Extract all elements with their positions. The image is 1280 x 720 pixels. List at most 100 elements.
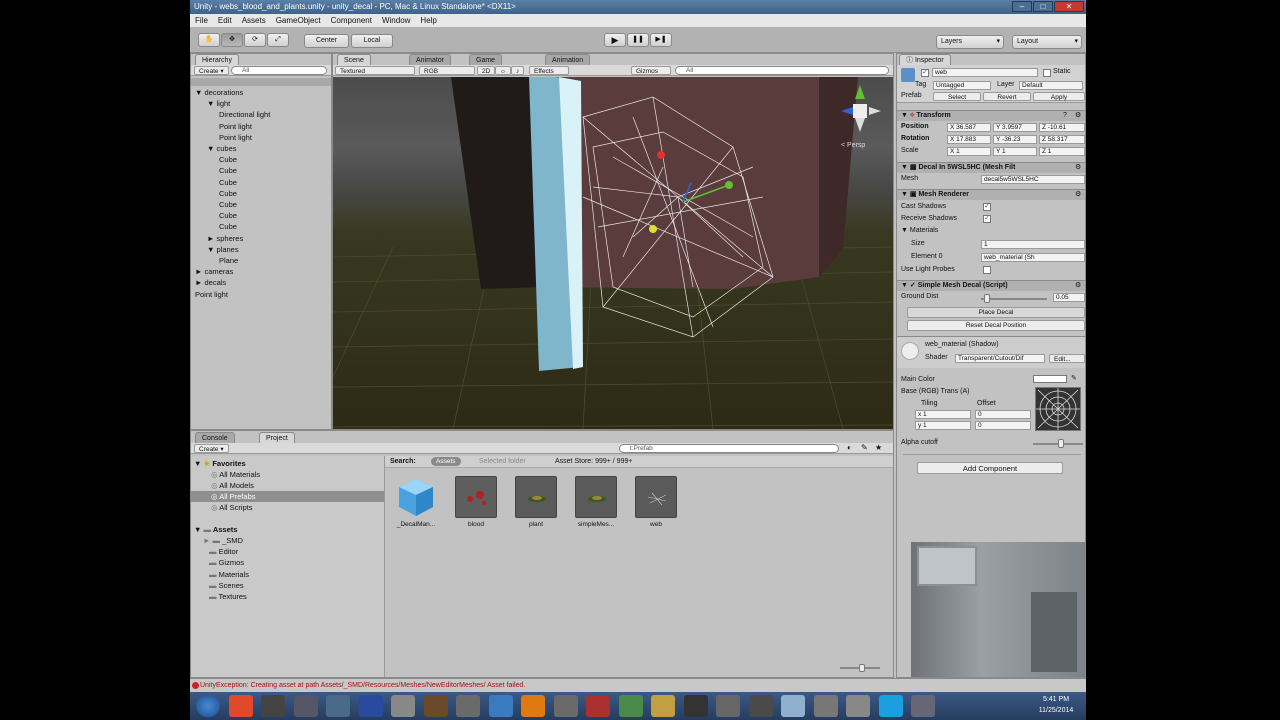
assets-header[interactable]: ▼ ▬ Assets [194,524,237,535]
favorites-header[interactable]: ▼ ★ Favorites [194,458,246,469]
move-tool-button[interactable]: ✥ [221,33,243,47]
tab-inspector[interactable]: ⓘ Inspector [899,54,951,65]
thumbnail-size-thumb[interactable] [859,664,865,672]
gizmo-red-handle[interactable] [657,151,665,159]
decal-script-header[interactable]: ▼ ✓ Simple Mesh Decal (Script) ⚙ [897,280,1085,291]
place-decal-button[interactable]: Place Decal [907,307,1085,318]
filter-label-icon[interactable]: ✎ [861,443,868,452]
close-button[interactable]: ✕ [1054,1,1084,12]
gizmo-yellow-handle[interactable] [649,225,657,233]
project-create-button[interactable]: Create ▾ [194,444,229,453]
hierarchy-item[interactable]: ► cameras [195,266,233,277]
layers-dropdown[interactable]: Layers ▾ [936,35,1004,49]
materials-size-field[interactable]: 1 [981,240,1085,249]
mesh-renderer-header[interactable]: ▼ ▣ Mesh Renderer ⚙ [897,189,1085,200]
2d-toggle[interactable]: 2D [477,66,496,75]
menu-assets[interactable]: Assets [242,14,266,27]
scope-asset-store[interactable]: Asset Store: 999+ / 999+ [555,457,632,467]
layer-dropdown[interactable]: Default [1019,81,1083,90]
mesh-field[interactable]: decal5w5WSL5HC [981,175,1085,184]
favorite-item[interactable]: ◎ All Models [211,480,254,491]
ground-dist-field[interactable]: 0.05 [1053,293,1085,302]
hierarchy-item[interactable]: ▼ decorations [195,87,243,98]
photoshop-icon[interactable] [358,695,383,717]
ground-dist-slider[interactable] [981,298,1047,300]
hierarchy-item[interactable]: Cube [219,177,237,188]
web-texture-thumbnail[interactable] [1035,387,1081,431]
menu-gameobject[interactable]: GameObject [276,14,321,27]
rotation-z-field[interactable]: Z 58.317 [1039,135,1085,144]
asset-item[interactable]: blood [455,476,497,528]
shading-mode-dropdown[interactable]: Textured [335,66,415,75]
app-icon[interactable] [651,695,675,717]
prefab-apply-button[interactable]: Apply [1033,92,1085,101]
gear-icon[interactable]: ⚙ [1075,163,1081,173]
menu-edit[interactable]: Edit [218,14,232,27]
app-icon[interactable] [618,695,643,717]
tab-animation[interactable]: Animation [545,54,591,65]
scale-y-field[interactable]: Y 1 [993,147,1037,156]
mesh-filter-header[interactable]: ▼ ▦ Decal In 5WSL5HC (Mesh Filt ⚙ [897,162,1085,173]
layout-dropdown[interactable]: Layout ▾ [1012,35,1082,49]
gear-icon[interactable]: ⚙ [1075,190,1081,200]
scale-tool-button[interactable]: ⤢ [267,33,289,47]
hierarchy-item[interactable]: ► spheres [207,233,243,244]
active-checkbox[interactable]: ✓ [921,69,929,77]
app-icon[interactable] [716,695,740,717]
chrome-icon[interactable] [228,695,253,717]
play-button[interactable]: ▶ [604,33,626,47]
pause-button[interactable]: ❚❚ [627,33,649,47]
hand-tool-button[interactable]: ✋ [198,33,220,47]
light-probes-checkbox[interactable] [983,266,991,274]
hierarchy-item[interactable]: ▼ light [207,98,230,109]
hierarchy-item[interactable]: ▼ cubes [207,143,237,154]
scale-x-field[interactable]: X 1 [947,147,991,156]
tiling-y-field[interactable]: y 1 [915,421,971,430]
app-icon[interactable] [813,695,838,717]
element-0-field[interactable]: web_material (Sh [981,253,1085,262]
scope-assets[interactable]: Assets [431,457,461,466]
app-icon[interactable] [846,695,870,717]
asset-folder[interactable]: ▬ Scenes [209,580,244,591]
hierarchy-search-input[interactable]: All [231,66,327,75]
tab-game[interactable]: Game [469,54,503,65]
tab-project[interactable]: Project [259,432,295,443]
asset-folder[interactable]: ▬ Materials [209,569,249,580]
help-icon[interactable]: ? [1063,111,1067,121]
asset-folder[interactable]: ▬ Editor [209,546,238,557]
pivot-center-button[interactable]: Center [304,34,349,48]
minimize-button[interactable]: – [1012,1,1032,12]
tab-scene[interactable]: Scene [337,54,371,65]
hierarchy-item[interactable]: Plane [219,255,238,266]
app-icon[interactable] [911,695,935,717]
favorite-item-selected[interactable]: ◎ All Prefabs [211,491,256,502]
app-icon[interactable] [488,695,513,717]
hierarchy-item[interactable]: Point light [219,132,252,143]
hierarchy-selected-row[interactable] [191,78,331,86]
asset-item[interactable]: _DecalMan... [395,476,437,528]
status-bar[interactable]: UnityException: Creating asset at path A… [190,678,1086,692]
transform-header[interactable]: ▼ ⟡ Transform ? ⚙ [897,110,1085,121]
scale-z-field[interactable]: Z 1 [1039,147,1085,156]
app-icon[interactable] [748,695,773,717]
app-icon[interactable] [456,695,480,717]
hierarchy-item[interactable]: Point light [219,121,252,132]
position-z-field[interactable]: Z -10.61 [1039,123,1085,132]
prefab-revert-button[interactable]: Revert [983,92,1031,101]
app-icon[interactable] [781,695,805,717]
app-icon[interactable] [326,695,350,717]
hierarchy-create-button[interactable]: Create ▾ [194,66,229,75]
hierarchy-item[interactable]: Point light [195,289,228,300]
static-checkbox[interactable] [1043,69,1051,77]
favorite-item[interactable]: ◎ All Materials [211,469,260,480]
asset-folder[interactable]: ▬ Textures [209,591,247,602]
app-icon[interactable] [683,695,708,717]
audio-toggle[interactable]: ♪ [511,66,525,75]
shader-edit-button[interactable]: Edit... [1049,354,1085,363]
gizmos-dropdown[interactable]: Gizmos [631,66,671,75]
object-name-field[interactable]: web [932,68,1038,77]
alpha-cutoff-thumb[interactable] [1058,439,1064,448]
gear-icon[interactable]: ⚙ [1075,111,1081,121]
reset-decal-position-button[interactable]: Reset Decal Position [907,320,1085,331]
unity-icon[interactable] [261,695,285,717]
